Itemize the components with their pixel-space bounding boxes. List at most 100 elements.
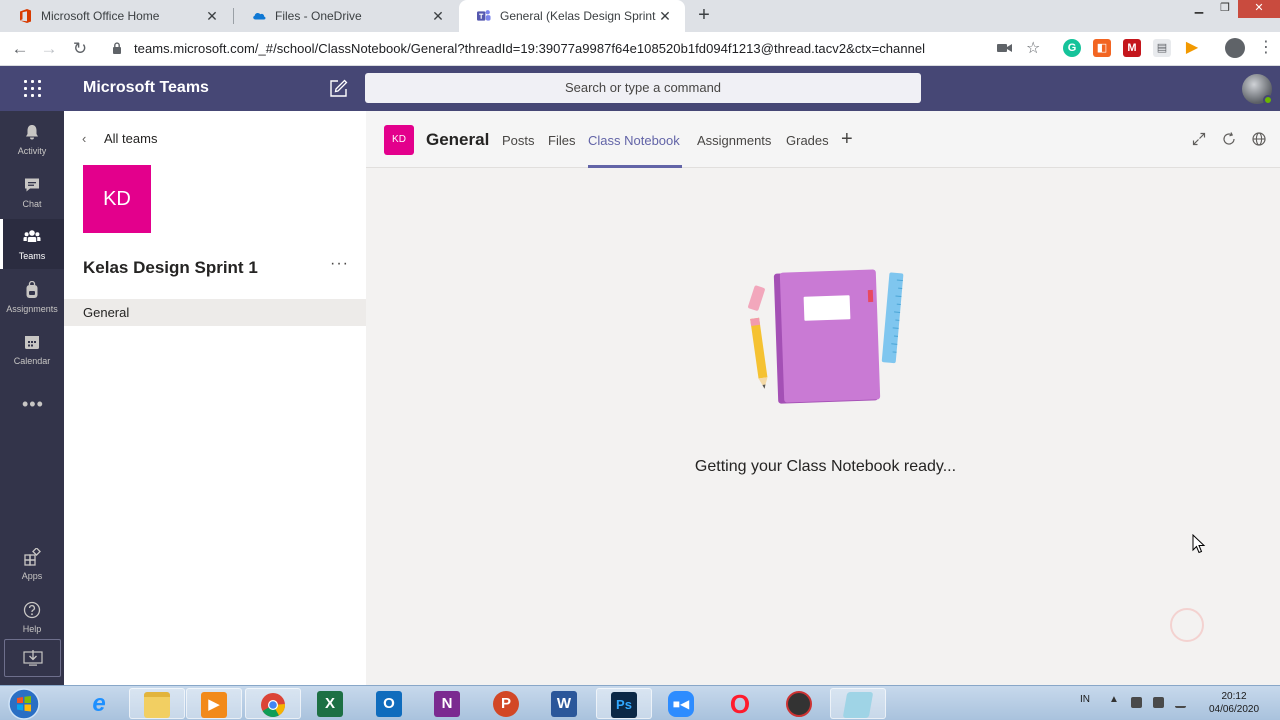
rail-label: Activity xyxy=(17,146,47,156)
tray-expand-icon[interactable]: ▲ xyxy=(1109,694,1119,705)
add-tab-button[interactable]: + xyxy=(841,128,853,151)
browser-tabstrip: Microsoft Office Home ✕ Files - OneDrive… xyxy=(0,0,1280,32)
tab-class-notebook[interactable]: Class Notebook xyxy=(588,133,680,148)
profile-avatar-icon[interactable] xyxy=(1225,38,1245,58)
forward-arrow-icon[interactable]: → xyxy=(37,37,61,61)
tab-title: Microsoft Office Home xyxy=(41,9,160,23)
taskbar-app-photoshop[interactable]: Ps xyxy=(596,688,652,719)
expand-icon[interactable] xyxy=(1191,131,1207,147)
outlook-icon: O xyxy=(376,691,402,717)
channel-item-general[interactable]: General xyxy=(64,299,366,326)
rail-label: Chat xyxy=(22,199,42,209)
clock-date: 04/06/2020 xyxy=(1208,704,1260,715)
channel-team-avatar: KD xyxy=(384,125,414,155)
rail-item-apps[interactable]: Apps xyxy=(0,539,64,589)
tab-files[interactable]: Files xyxy=(548,133,575,148)
taskbar-app-internet-explorer[interactable]: e xyxy=(72,688,128,719)
play-extension-icon[interactable]: ▶ xyxy=(1183,39,1201,57)
minimize-icon[interactable]: ▁ xyxy=(1186,0,1212,18)
browser-menu-icon[interactable]: ⋮ xyxy=(1258,37,1274,57)
address-bar[interactable]: teams.microsoft.com/_#/school/ClassNoteb… xyxy=(102,36,1057,62)
tab-grades[interactable]: Grades xyxy=(786,133,829,148)
rail-item-calendar[interactable]: Calendar xyxy=(0,324,64,374)
taskbar-app-media-player[interactable]: ▶ xyxy=(186,688,242,719)
taskbar-app-powerpoint[interactable]: P xyxy=(479,688,535,719)
teams-icon xyxy=(477,9,491,23)
taskbar-app-outlook[interactable]: O xyxy=(362,688,418,719)
browser-tab-onedrive[interactable]: Files - OneDrive ✕ xyxy=(234,0,458,32)
opera-icon: O xyxy=(729,689,751,719)
close-tab-icon[interactable]: ✕ xyxy=(657,8,673,24)
rail-label: Teams xyxy=(18,251,46,261)
calendar-icon xyxy=(25,336,39,349)
globe-icon[interactable] xyxy=(1251,131,1267,147)
team-avatar: KD xyxy=(83,165,151,233)
system-clock[interactable]: 20:12 04/06/2020 xyxy=(1200,690,1268,716)
search-input[interactable]: Search or type a command xyxy=(365,73,921,103)
channel-header: KD General Posts Files Class Notebook As… xyxy=(366,111,1280,168)
tab-posts[interactable]: Posts xyxy=(502,133,535,148)
restore-icon[interactable]: ❐ xyxy=(1212,0,1238,18)
presence-available-icon xyxy=(1263,95,1273,105)
network-icon[interactable] xyxy=(1175,697,1186,708)
taskbar-app-zoom[interactable]: ■◀ xyxy=(654,688,710,719)
browser-toolbar: ← → ↻ teams.microsoft.com/_#/school/Clas… xyxy=(0,32,1280,66)
tab-title: Files - OneDrive xyxy=(275,9,362,23)
star-bookmark-icon[interactable]: ☆ xyxy=(1026,38,1040,58)
rail-item-chat[interactable]: Chat xyxy=(0,167,64,217)
browser-tab-office[interactable]: Microsoft Office Home ✕ xyxy=(0,0,232,32)
rail-item-help[interactable]: Help xyxy=(0,592,64,642)
teams-icon xyxy=(23,230,41,242)
taskbar-app-chrome[interactable] xyxy=(245,688,301,719)
rail-label: Apps xyxy=(21,571,43,581)
all-teams-link[interactable]: ‹ All teams xyxy=(82,131,157,146)
reload-icon[interactable]: ↻ xyxy=(68,37,92,61)
taskbar-app-opera[interactable]: O xyxy=(713,688,769,719)
close-window-icon[interactable]: ✕ xyxy=(1238,0,1280,18)
powerpoint-icon: P xyxy=(493,691,519,717)
red-extension-icon[interactable]: M xyxy=(1123,39,1141,57)
rail-item-activity[interactable]: Activity xyxy=(0,114,64,164)
lock-icon xyxy=(113,42,121,54)
tab-assignments[interactable]: Assignments xyxy=(697,133,771,148)
team-name: Kelas Design Sprint 1 xyxy=(83,258,258,277)
onedrive-icon xyxy=(252,9,266,23)
apps-icon xyxy=(24,548,41,566)
user-avatar[interactable] xyxy=(1242,74,1273,105)
doc-extension-icon[interactable]: ▤ xyxy=(1153,39,1171,57)
taskbar-app-word[interactable]: W xyxy=(537,688,593,719)
close-tab-icon[interactable]: ✕ xyxy=(204,8,220,24)
app-launcher-icon[interactable] xyxy=(24,80,41,97)
taskbar-app-loader[interactable] xyxy=(772,688,828,719)
app-rail: Activity Chat Teams Assignments Calendar… xyxy=(0,111,64,685)
close-tab-icon[interactable]: ✕ xyxy=(430,8,446,24)
rail-item-assignments[interactable]: Assignments xyxy=(0,272,64,322)
taskbar-app-excel[interactable]: X xyxy=(303,688,359,719)
back-label: All teams xyxy=(104,131,158,146)
help-icon xyxy=(23,601,41,619)
battery-icon[interactable] xyxy=(1153,697,1164,708)
browser-tab-teams[interactable]: General (Kelas Design Sprint 1) | M ✕ xyxy=(459,0,685,32)
new-tab-button[interactable]: + xyxy=(692,4,716,28)
taskbar-app-onenote[interactable]: N xyxy=(420,688,476,719)
taskbar-app-file-explorer[interactable] xyxy=(129,688,185,719)
flag-icon[interactable] xyxy=(1131,697,1142,708)
zoom-icon: ■◀ xyxy=(668,691,694,717)
camera-icon[interactable] xyxy=(997,42,1012,54)
more-apps-icon[interactable]: ••• xyxy=(22,394,44,415)
rail-label: Calendar xyxy=(13,356,51,366)
language-indicator[interactable]: IN xyxy=(1080,694,1090,705)
download-app-button[interactable] xyxy=(4,639,61,677)
compose-icon[interactable] xyxy=(329,79,348,98)
onenote-icon: N xyxy=(434,691,460,717)
back-arrow-icon[interactable]: ← xyxy=(8,37,32,61)
folder-icon xyxy=(144,692,170,718)
team-more-options-icon[interactable]: ··· xyxy=(330,255,349,273)
refresh-icon[interactable] xyxy=(1221,131,1237,147)
office-extension-icon[interactable]: ◧ xyxy=(1093,39,1111,57)
taskbar-app-notes[interactable] xyxy=(830,688,886,719)
rail-item-teams[interactable]: Teams xyxy=(0,219,64,269)
backpack-icon xyxy=(26,281,38,298)
windows-start-icon[interactable] xyxy=(4,687,44,720)
grammarly-extension-icon[interactable]: G xyxy=(1063,39,1081,57)
